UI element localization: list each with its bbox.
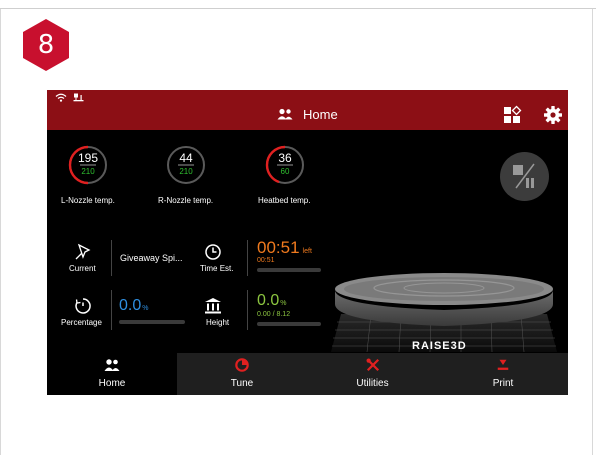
heatbed-target: 60 bbox=[280, 167, 290, 176]
pause-button[interactable] bbox=[500, 152, 549, 201]
time-remaining-value: 00:51 bbox=[257, 238, 300, 257]
nav-utilities-label: Utilities bbox=[356, 378, 389, 389]
grid-view-button[interactable] bbox=[502, 105, 522, 125]
percentage-unit: % bbox=[142, 305, 149, 312]
bottom-nav: Home Tune Utilities Print bbox=[47, 353, 568, 395]
brand-logo: RAISE3D bbox=[412, 340, 467, 352]
status-icons bbox=[55, 93, 85, 102]
divider bbox=[247, 240, 248, 276]
percentage-label: Percentage bbox=[61, 318, 102, 327]
time-remaining-unit: left bbox=[302, 248, 312, 255]
current-label: Current bbox=[69, 264, 96, 273]
nav-utilities[interactable]: Utilities bbox=[307, 353, 438, 395]
time-remaining: 00:51 left bbox=[257, 238, 312, 258]
height-label: Height bbox=[206, 318, 230, 327]
users-icon bbox=[104, 359, 120, 371]
l-nozzle-label: L-Nozzle temp. bbox=[61, 196, 115, 205]
page-title: Home bbox=[277, 104, 338, 124]
nav-tune-label: Tune bbox=[230, 378, 254, 389]
time-progress-bar bbox=[257, 268, 321, 272]
l-nozzle-target: 210 bbox=[81, 167, 95, 176]
nav-print-label: Print bbox=[492, 378, 514, 389]
l-nozzle-gauge[interactable]: 195 210 bbox=[68, 145, 108, 185]
time-est-label: Time Est. bbox=[200, 264, 234, 273]
nav-print[interactable]: Print bbox=[438, 353, 568, 395]
r-nozzle-target: 210 bbox=[179, 167, 193, 176]
height-detail: 0.00 / 8.12 bbox=[257, 311, 291, 318]
clock-icon bbox=[203, 242, 223, 262]
divider bbox=[247, 290, 248, 330]
percentage-progress-bar bbox=[119, 320, 185, 324]
height-value: 0.0% bbox=[257, 292, 286, 310]
grid-view-icon bbox=[504, 105, 522, 123]
l-nozzle-current: 195 bbox=[77, 151, 99, 165]
stop-pause-icon bbox=[513, 163, 535, 189]
heatbed-label: Heatbed temp. bbox=[258, 196, 311, 205]
height-unit: % bbox=[280, 300, 287, 307]
divider bbox=[111, 290, 112, 330]
header-title-text: Home bbox=[303, 106, 338, 122]
divider bbox=[111, 240, 112, 276]
r-nozzle-label: R-Nozzle temp. bbox=[158, 196, 214, 205]
page-left-border bbox=[0, 9, 1, 455]
r-nozzle-current: 44 bbox=[179, 151, 193, 165]
nav-home-label: Home bbox=[98, 378, 126, 389]
percentage-value: 0.0% bbox=[119, 297, 148, 315]
pin-icon bbox=[73, 242, 93, 262]
step-badge: 8 bbox=[21, 18, 71, 72]
settings-button[interactable] bbox=[543, 105, 563, 125]
wifi-icon bbox=[55, 93, 67, 102]
page-right-border bbox=[592, 9, 593, 455]
current-file-name: Giveaway Spi... bbox=[120, 253, 183, 263]
time-elapsed: 00:51 bbox=[257, 257, 275, 264]
nav-tune[interactable]: Tune bbox=[177, 353, 307, 395]
heatbed-gauge[interactable]: 36 60 bbox=[265, 145, 305, 185]
usb-icon bbox=[73, 93, 84, 102]
tools-icon bbox=[366, 358, 379, 372]
height-number: 0.0 bbox=[257, 292, 280, 309]
percentage-number: 0.0 bbox=[119, 297, 142, 314]
height-progress-bar bbox=[257, 322, 321, 326]
print-icon bbox=[497, 359, 509, 370]
page-top-border bbox=[0, 0, 596, 9]
layers-building-icon bbox=[203, 296, 223, 316]
step-number: 8 bbox=[37, 30, 55, 60]
printer-touchscreen: Home 195 210 L-Nozzle temp. 44 210 R-Noz… bbox=[47, 90, 568, 395]
header-bar: Home bbox=[47, 90, 568, 130]
nav-home[interactable]: Home bbox=[47, 353, 177, 395]
tune-dial-icon bbox=[235, 358, 249, 372]
heatbed-current: 36 bbox=[278, 151, 292, 165]
timer-icon bbox=[73, 296, 93, 316]
settings-gear-icon bbox=[544, 106, 562, 124]
r-nozzle-gauge[interactable]: 44 210 bbox=[166, 145, 206, 185]
users-icon bbox=[277, 108, 293, 120]
